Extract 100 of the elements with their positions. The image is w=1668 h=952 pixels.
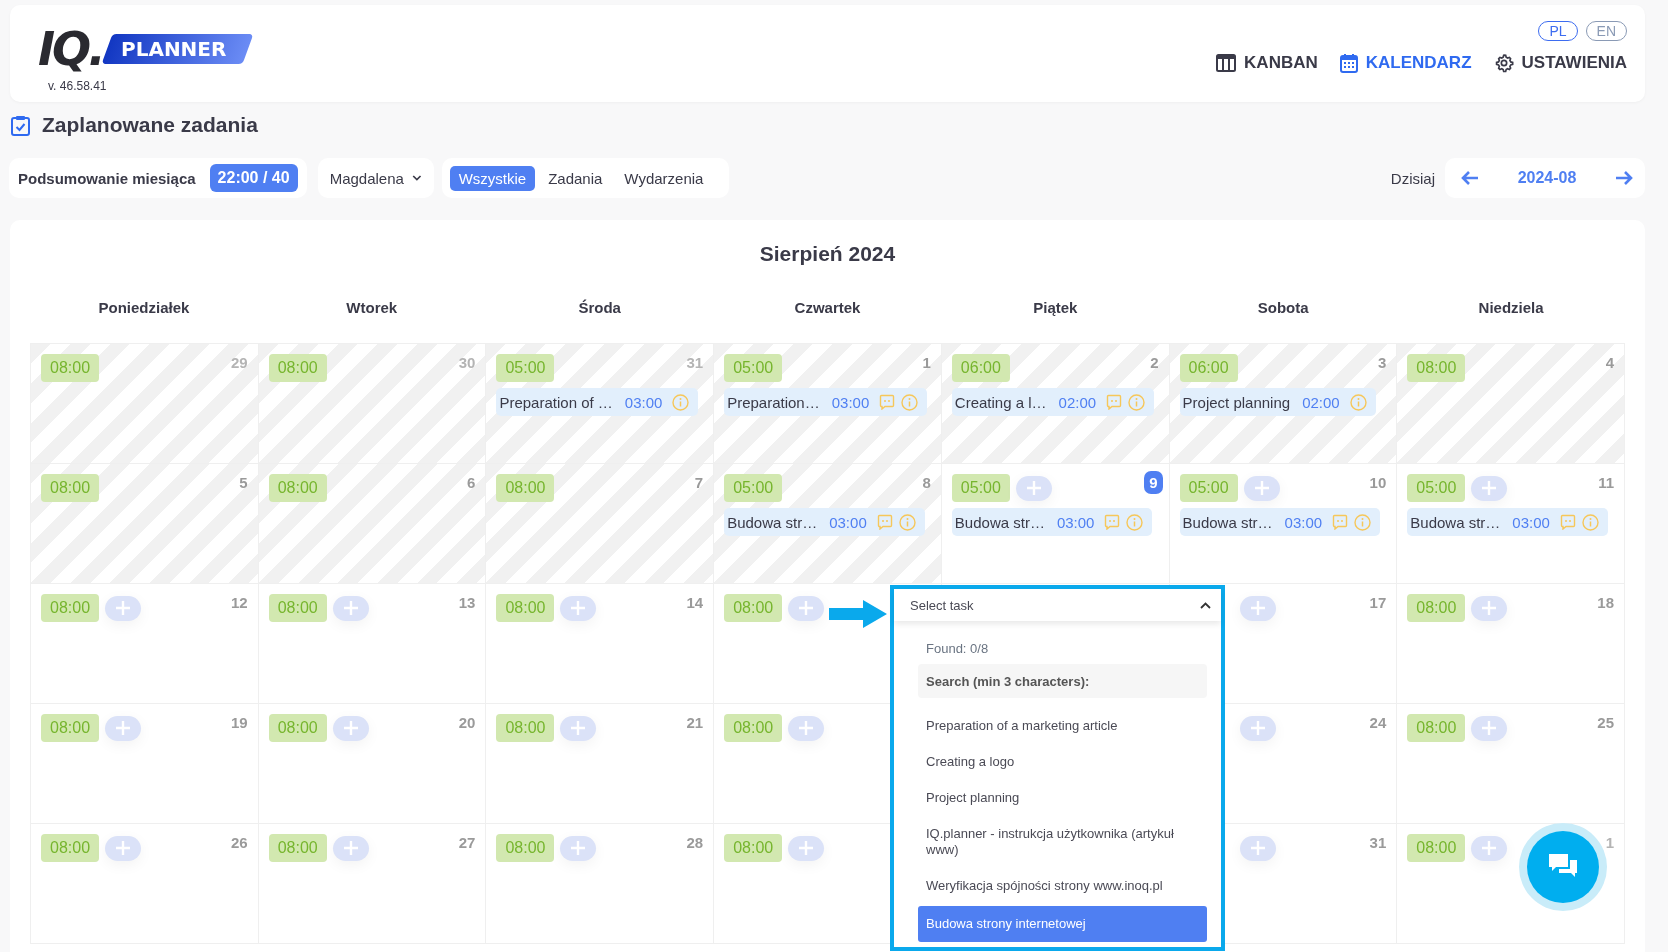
add-button[interactable] [1243,475,1280,501]
hours-chip: 08:00 [268,354,327,382]
hours-chip: 08:00 [1407,714,1466,742]
previous-button[interactable] [1461,170,1479,186]
day-number: 3 [1377,354,1387,371]
day-number: 12 [231,594,248,611]
hours-chip: 06:00 [1179,354,1238,382]
add-button[interactable] [105,715,142,741]
next-button[interactable] [1615,170,1633,186]
task-option[interactable]: Project planning [918,780,1207,816]
plus-icon [115,600,132,616]
info-icon [901,393,919,411]
add-button[interactable] [1239,835,1276,861]
hours-chip: 08:00 [41,594,100,622]
day-number: 20 [458,714,476,731]
hours-chip: 08:00 [724,714,783,742]
plus-icon [342,840,359,856]
pointer-arrow [829,600,887,628]
arrow-right-icon [1615,170,1633,186]
add-button[interactable] [788,595,825,621]
page-title: Zaplanowane zadania [42,113,258,137]
plus-icon [342,600,359,616]
add-button[interactable] [1015,475,1052,501]
task-pill[interactable]: Creating a l… 02:00 [951,388,1155,416]
filter-tab[interactable]: Zadania [539,165,612,191]
task-pill[interactable]: Budowa str… 03:00 [724,508,925,536]
plus-icon [1481,840,1498,856]
hours-chip: 08:00 [41,354,100,382]
comment-icon [879,394,896,410]
day-number: 10 [1369,474,1387,491]
search-field[interactable]: Search (min 3 characters): [918,664,1207,698]
task-option[interactable]: Weryfikacja spójności strony www.inoq.pl [918,868,1207,904]
hours-chip: 05:00 [1407,474,1466,502]
task-option[interactable]: Preparation of a marketing article [918,708,1207,744]
nav-link[interactable]: KALENDARZ [1339,53,1472,73]
hours-chip: 08:00 [1407,834,1466,862]
plus-icon [570,600,587,616]
summary-label: Podsumowanie miesiąca [18,169,196,187]
add-button[interactable] [332,595,369,621]
task-option[interactable]: Budowa strony internetowej [918,906,1207,942]
weekday-label: Piątek [1033,299,1078,316]
add-button[interactable] [332,715,369,741]
add-button[interactable] [105,835,142,861]
task-pill[interactable]: Budowa str… 03:00 [1179,508,1381,536]
add-button[interactable] [788,715,825,741]
found-count: Found: 0/8 [926,641,990,656]
hours-chip: 05:00 [724,354,783,382]
day-number: 31 [1369,834,1387,851]
add-button[interactable] [1471,835,1508,861]
day-number: 27 [458,834,476,851]
comment-icon [1332,514,1349,530]
today-button[interactable]: Dzisiaj [1390,169,1435,187]
day-number: 26 [231,834,248,851]
task-option[interactable]: Creating a logo [918,744,1207,780]
user-dropdown[interactable]: Magdalena [317,158,434,198]
filter-tab[interactable]: Wydarzenia [615,165,713,191]
task-pill[interactable]: Budowa str… 03:00 [951,508,1153,536]
plus-icon [798,600,815,616]
comment-icon [876,514,893,530]
calendar-icon [1339,53,1358,73]
add-button[interactable] [560,715,597,741]
task-option[interactable]: IQ.planner - instrukcja użytkownika (artykuł www) [918,816,1207,868]
hours-chip: 08:00 [41,714,100,742]
nav-link[interactable]: KANBAN [1216,53,1318,73]
nav-link[interactable]: USTAWIENIA [1493,53,1627,73]
hours-chip: 08:00 [268,594,327,622]
add-button[interactable] [560,835,597,861]
task-pill[interactable]: Project planning 02:00 [1179,388,1376,416]
hours-chip: 05:00 [1179,474,1238,502]
day-number: 25 [1597,714,1614,731]
plus-icon [798,840,815,856]
day-number: 19 [231,714,248,731]
add-button[interactable] [560,595,597,621]
language-button[interactable]: PL [1538,21,1578,41]
add-button[interactable] [1471,715,1508,741]
add-button[interactable] [332,835,369,861]
add-button[interactable] [1471,595,1508,621]
task-pill[interactable]: Preparation of … 03:00 [496,388,699,416]
hours-chip: 08:00 [496,834,555,862]
hours-chip: 05:00 [951,474,1010,502]
task-select[interactable]: Select task [894,589,1221,621]
columns-icon [1216,54,1237,72]
plus-icon [798,720,815,736]
chevron-down-icon [411,174,422,182]
filter-tab[interactable]: Wszystkie [449,165,536,191]
add-button[interactable] [1239,715,1276,741]
add-button[interactable] [788,835,825,861]
task-pill[interactable]: Preparation… 03:00 [724,388,928,416]
plus-icon [342,720,359,736]
info-icon [672,393,690,411]
add-button[interactable] [1239,595,1276,621]
plus-icon [570,720,587,736]
task-pill[interactable]: Budowa str… 03:00 [1407,508,1608,536]
hours-chip: 05:00 [724,474,783,502]
add-button[interactable] [105,595,142,621]
plus-icon [1249,840,1266,856]
month-title: Sierpień 2024 [758,241,897,267]
add-button[interactable] [1471,475,1508,501]
settings-icon [1493,53,1514,73]
chat-button[interactable] [1527,831,1599,903]
